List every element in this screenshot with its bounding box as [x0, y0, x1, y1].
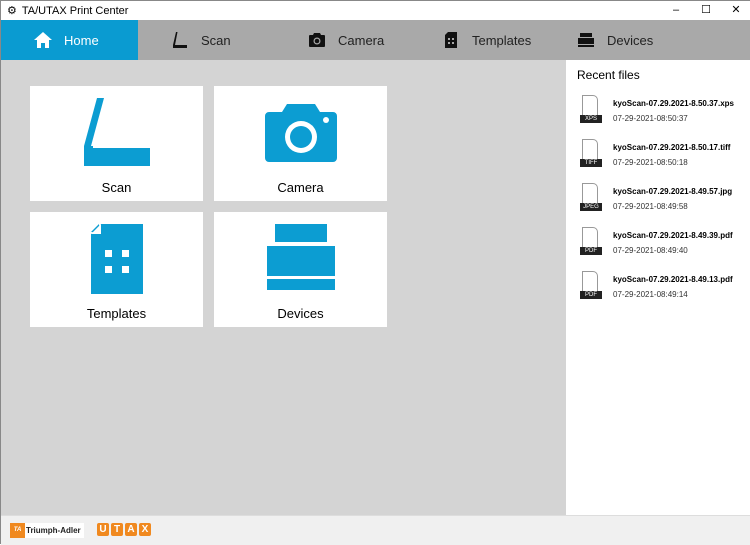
tab-label: Home — [64, 32, 99, 48]
templates-icon — [90, 224, 143, 294]
file-date: 07-29-2021-08:50:18 — [613, 158, 688, 167]
close-button[interactable]: ✕ — [721, 1, 750, 20]
file-icon: TIFF — [580, 139, 602, 171]
devices-tile[interactable]: Devices — [214, 212, 387, 327]
recent-file-item[interactable]: JPEG kyoScan-07.29.2021-8.49.57.jpg 07-2… — [577, 183, 747, 219]
tab-templates[interactable]: Templates — [409, 20, 544, 60]
recent-files-panel: Recent files XPS kyoScan-07.29.2021-8.50… — [566, 60, 750, 515]
home-icon — [34, 31, 52, 49]
scan-icon — [83, 98, 150, 166]
file-icon: XPS — [580, 95, 602, 127]
tab-label: Scan — [201, 32, 231, 48]
recent-file-item[interactable]: PDF kyoScan-07.29.2021-8.49.39.pdf 07-29… — [577, 227, 747, 263]
file-date: 07-29-2021-08:49:58 — [613, 202, 688, 211]
tab-scan[interactable]: Scan — [138, 20, 272, 60]
file-date: 07-29-2021-08:49:14 — [613, 290, 688, 299]
camera-icon — [264, 104, 337, 162]
home-panel: Scan Camera Templates Devices — [1, 60, 566, 515]
tile-label: Camera — [277, 180, 324, 195]
templates-icon — [442, 31, 460, 49]
file-icon: PDF — [580, 271, 602, 303]
camera-tile[interactable]: Camera — [214, 86, 387, 201]
tile-label: Devices — [277, 306, 324, 321]
window-title: TA/UTAX Print Center — [21, 4, 129, 17]
triumph-adler-logo: TA Triumph-Adler — [10, 523, 84, 538]
camera-icon — [308, 31, 326, 49]
nav-bar: Home Scan Camera Templates Devices — [1, 20, 750, 60]
tile-label: Scan — [101, 180, 132, 195]
file-date: 07-29-2021-08:50:37 — [613, 114, 688, 123]
file-name: kyoScan-07.29.2021-8.50.37.xps — [613, 99, 734, 108]
minimize-button[interactable]: – — [661, 1, 691, 20]
tab-label: Devices — [607, 32, 654, 48]
recent-file-item[interactable]: TIFF kyoScan-07.29.2021-8.50.17.tiff 07-… — [577, 139, 747, 175]
templates-tile[interactable]: Templates — [30, 212, 203, 327]
file-name: kyoScan-07.29.2021-8.49.57.jpg — [613, 187, 733, 196]
recent-file-item[interactable]: XPS kyoScan-07.29.2021-8.50.37.xps 07-29… — [577, 95, 747, 131]
devices-icon — [266, 224, 335, 290]
footer: TA Triumph-Adler UTAX — [1, 515, 750, 545]
devices-icon — [577, 31, 595, 49]
tab-devices[interactable]: Devices — [544, 20, 653, 60]
file-name: kyoScan-07.29.2021-8.49.13.pdf — [613, 275, 733, 284]
file-name: kyoScan-07.29.2021-8.50.17.tiff — [613, 143, 731, 152]
recent-files-title: Recent files — [577, 68, 640, 82]
scan-tile[interactable]: Scan — [30, 86, 203, 201]
tile-label: Templates — [86, 306, 147, 321]
tab-home[interactable]: Home — [1, 20, 138, 60]
scan-icon — [171, 31, 189, 49]
file-icon: PDF — [580, 227, 602, 259]
recent-file-item[interactable]: PDF kyoScan-07.29.2021-8.49.13.pdf 07-29… — [577, 271, 747, 307]
tab-label: Templates — [472, 32, 532, 48]
file-date: 07-29-2021-08:49:40 — [613, 246, 688, 255]
file-name: kyoScan-07.29.2021-8.49.39.pdf — [613, 231, 733, 240]
tab-camera[interactable]: Camera — [272, 20, 409, 60]
utax-logo: UTAX — [97, 523, 151, 536]
tab-label: Camera — [338, 32, 385, 48]
app-gear-icon: ⚙ — [7, 5, 17, 17]
file-icon: JPEG — [580, 183, 602, 215]
title-bar: ⚙ TA/UTAX Print Center – ☐ ✕ — [1, 1, 750, 20]
maximize-button[interactable]: ☐ — [691, 1, 721, 20]
